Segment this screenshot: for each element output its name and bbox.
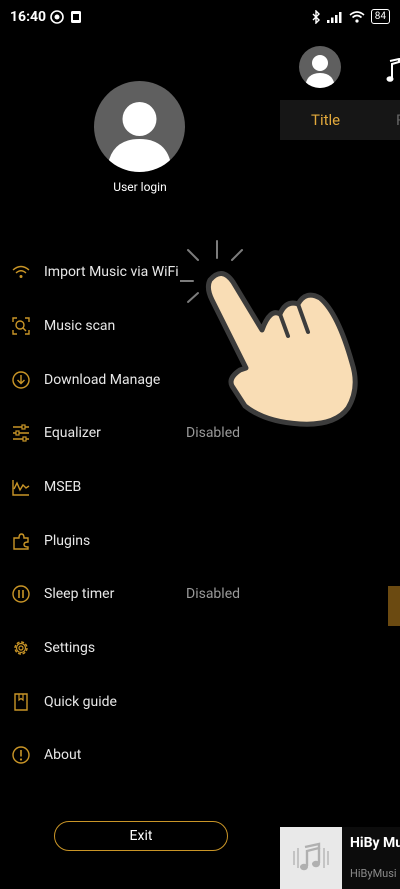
user-silhouette-icon [107,102,172,172]
exit-button[interactable]: Exit [54,821,228,851]
avatar[interactable] [94,81,185,172]
download-icon [12,371,30,389]
mseb-icon [12,480,30,496]
tap-hint-hand-icon [180,240,358,427]
equalizer-icon [13,424,29,442]
scroll-index-handle[interactable] [388,586,400,626]
menu-item-sleep-timer[interactable]: Sleep timer Disabled [0,570,280,618]
tab-title[interactable]: Title [311,111,340,129]
menu-item-quick-guide[interactable]: Quick guide [0,678,280,726]
user-silhouette-icon [305,55,335,88]
user-login-link[interactable]: User login [0,180,280,194]
guide-icon [14,693,28,711]
album-art [280,827,342,889]
sim-icon [71,11,81,23]
sleep-timer-icon [12,585,30,603]
menu-label: Download Manage [44,372,161,388]
menu-item-settings[interactable]: Settings [0,624,280,672]
menu-item-mseb[interactable]: MSEB [0,463,280,511]
wifi-icon [12,265,30,278]
menu-label: Quick guide [44,694,117,710]
status-notification-icons [50,10,82,24]
notification-icon [50,10,64,24]
menu-label: Sleep timer [44,586,115,602]
menu-label: Plugins [44,533,91,549]
menu-item-about[interactable]: About [0,731,280,779]
menu-label: Import Music via WiFi [44,264,179,280]
info-icon [12,746,30,764]
menu-label: Music scan [44,318,116,334]
status-time: 16:40 [10,9,47,25]
music-note-icon [293,842,329,871]
menu-label: Equalizer [44,425,101,441]
mini-player[interactable]: HiBy Mu HiByMusi [280,827,400,889]
main-screen-peek: Title F [280,36,400,889]
tab-next[interactable]: F [396,111,400,129]
menu-label: MSEB [44,479,82,495]
signal-icon [326,11,342,23]
menu-label: Settings [44,640,96,656]
menu-label: About [44,747,82,763]
scan-icon [12,317,30,335]
sleep-timer-status: Disabled [186,586,241,602]
tab-bar: Title F [280,100,400,140]
bluetooth-icon [312,9,320,24]
battery-indicator: 84 [370,9,390,24]
plugin-icon [13,533,29,550]
gear-icon [14,641,28,655]
status-system-icons: 84 [311,9,390,24]
wifi-status-icon [349,10,365,23]
menu-item-plugins[interactable]: Plugins [0,517,280,565]
header-avatar[interactable] [299,46,341,88]
now-playing-artist: HiByMusi [350,867,397,880]
now-playing-title: HiBy Mu [350,835,400,851]
status-bar: 16:40 84 [0,0,400,36]
music-note-icon[interactable] [386,58,400,84]
